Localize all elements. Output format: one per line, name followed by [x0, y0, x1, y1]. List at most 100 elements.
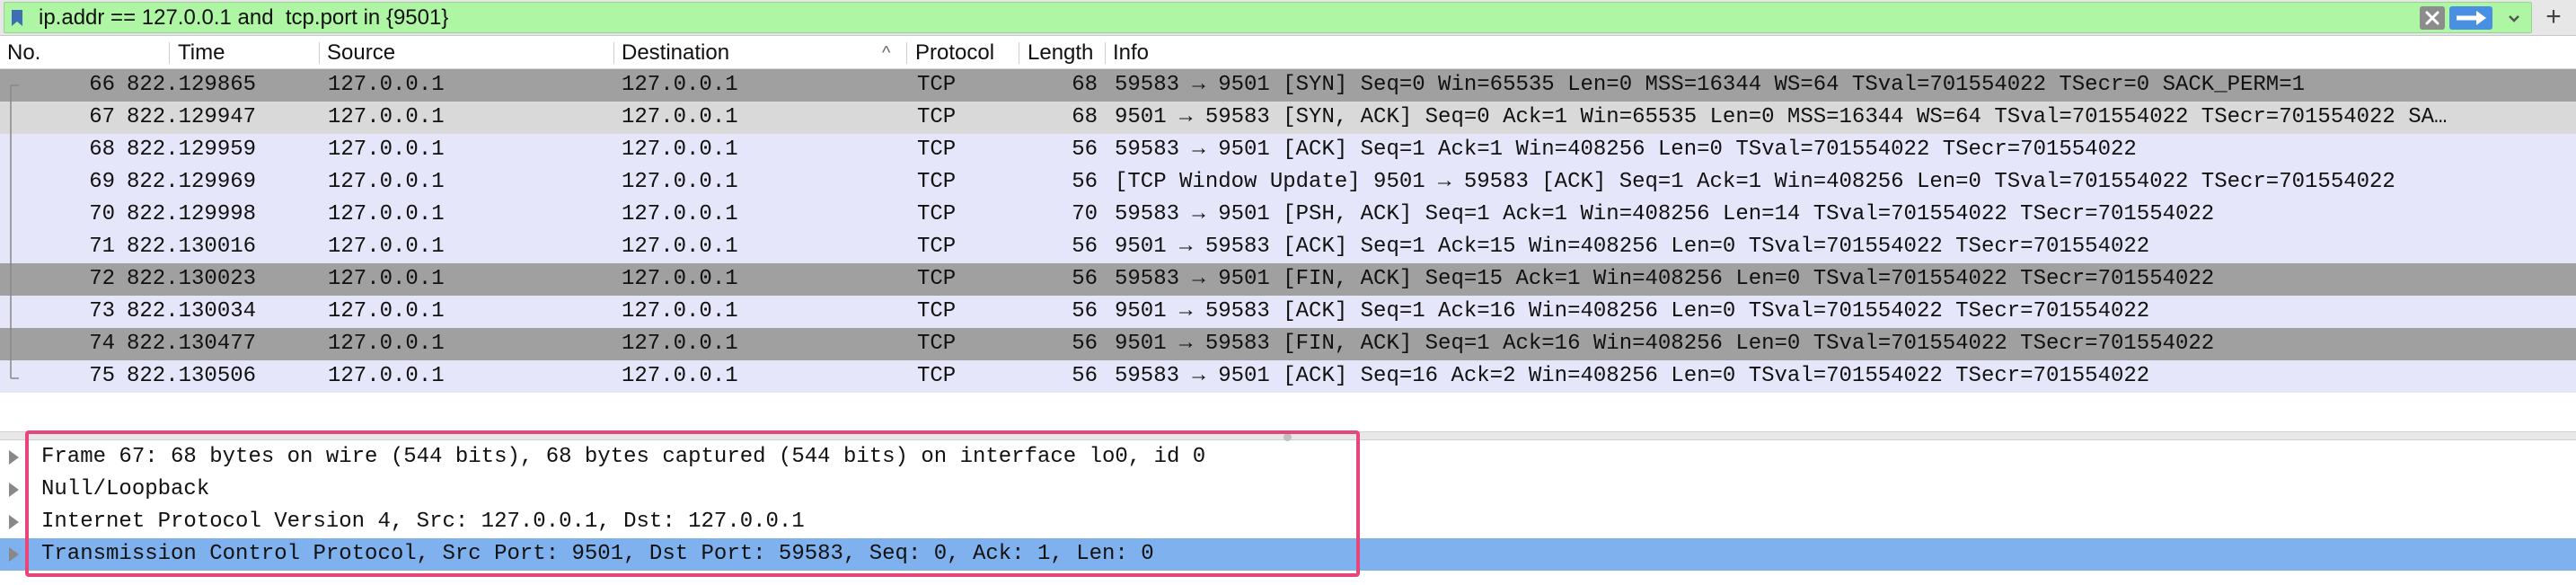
cell-protocol: TCP — [917, 73, 957, 97]
column-header-length[interactable]: Length — [1028, 37, 1101, 69]
cell-length: 56 — [1072, 137, 1098, 162]
cell-info: 9501 → 59583 [ACK] Seq=1 Ack=16 Win=4082… — [1115, 299, 2150, 324]
cell-info: 59583 → 9501 [SYN] Seq=0 Win=65535 Len=0… — [1115, 73, 2306, 97]
column-divider[interactable] — [319, 42, 320, 64]
cell-protocol: TCP — [917, 105, 957, 129]
packet-list-empty-area — [0, 396, 2576, 432]
display-filter-input[interactable]: ip.addr == 127.0.0.1 and tcp.port in {95… — [4, 2, 2532, 33]
column-header-no[interactable]: No. — [7, 37, 40, 69]
detail-tree-item[interactable]: Internet Protocol Version 4, Src: 127.0.… — [0, 506, 2576, 538]
cell-protocol: TCP — [917, 332, 957, 356]
packet-row[interactable]: 75 822.130506 127.0.0.1 127.0.0.1 TCP 56 59583… — [0, 360, 2576, 393]
cell-destination: 127.0.0.1 — [622, 202, 738, 226]
cell-source: 127.0.0.1 — [328, 170, 445, 194]
plus-icon: + — [2545, 2, 2562, 31]
column-divider[interactable] — [613, 42, 614, 64]
packet-row[interactable]: 74 822.130477 127.0.0.1 127.0.0.1 TCP 56 9501 … — [0, 328, 2576, 360]
packet-row[interactable]: 73 822.130034 127.0.0.1 127.0.0.1 TCP 56 9501 … — [0, 296, 2576, 328]
cell-source: 127.0.0.1 — [328, 73, 445, 97]
packet-row[interactable]: 67 822.129947 127.0.0.1 127.0.0.1 TCP 68 9501 … — [0, 102, 2576, 134]
expand-triangle-icon[interactable] — [9, 483, 19, 497]
cell-destination: 127.0.0.1 — [622, 332, 738, 356]
expand-triangle-icon[interactable] — [9, 515, 19, 529]
clear-filter-icon — [2425, 11, 2439, 25]
splitter-handle-icon[interactable] — [1284, 433, 1292, 441]
cell-destination: 127.0.0.1 — [622, 299, 738, 324]
cell-source: 127.0.0.1 — [328, 332, 445, 356]
cell-info: 9501 → 59583 [FIN, ACK] Seq=1 Ack=16 Win… — [1115, 332, 2215, 356]
detail-tree-item[interactable]: Frame 67: 68 bytes on wire (544 bits), 6… — [0, 441, 2576, 474]
pane-splitter[interactable] — [0, 431, 2576, 441]
cell-protocol: TCP — [917, 170, 957, 194]
cell-source: 127.0.0.1 — [328, 235, 445, 259]
cell-destination: 127.0.0.1 — [622, 73, 738, 97]
packet-row[interactable]: 68 822.129959 127.0.0.1 127.0.0.1 TCP 56 59583… — [0, 134, 2576, 166]
apply-arrow-icon — [2457, 11, 2486, 25]
filter-expression-text: ip.addr == 127.0.0.1 and tcp.port in {95… — [39, 5, 449, 30]
cell-length: 70 — [1072, 202, 1098, 226]
display-filter-toolbar: ip.addr == 127.0.0.1 and tcp.port in {95… — [0, 0, 2576, 36]
column-header-source[interactable]: Source — [327, 37, 395, 69]
expand-triangle-icon[interactable] — [9, 450, 19, 465]
cell-info: 9501 → 59583 [SYN, ACK] Seq=0 Ack=1 Win=… — [1115, 105, 2448, 129]
cell-length: 56 — [1072, 235, 1098, 259]
cell-length: 56 — [1072, 364, 1098, 388]
cell-time: 822.130477 — [127, 332, 257, 356]
cell-time: 822.130023 — [127, 267, 257, 291]
packet-row[interactable]: 70 822.129998 127.0.0.1 127.0.0.1 TCP 70 59583… — [0, 199, 2576, 231]
cell-length: 56 — [1072, 332, 1098, 356]
cell-source: 127.0.0.1 — [328, 202, 445, 226]
packet-row[interactable]: 72 822.130023 127.0.0.1 127.0.0.1 TCP 56 59583… — [0, 263, 2576, 296]
detail-tree-label: Null/Loopback — [41, 477, 210, 501]
sort-ascending-icon: ^ — [882, 43, 891, 63]
cell-length: 56 — [1072, 299, 1098, 324]
column-header-info[interactable]: Info — [1113, 37, 1149, 69]
cell-time: 822.130034 — [127, 299, 257, 324]
cell-time: 822.130016 — [127, 235, 257, 259]
column-divider[interactable] — [1105, 42, 1106, 64]
cell-time: 822.129947 — [127, 105, 257, 129]
cell-protocol: TCP — [917, 137, 957, 162]
cell-time: 822.129959 — [127, 137, 257, 162]
cell-time: 822.130506 — [127, 364, 257, 388]
chevron-down-icon — [2509, 15, 2519, 22]
packet-row[interactable]: 69 822.129969 127.0.0.1 127.0.0.1 TCP 56 [TCP … — [0, 166, 2576, 199]
clear-filter-button[interactable] — [2420, 6, 2445, 30]
cell-protocol: TCP — [917, 235, 957, 259]
cell-source: 127.0.0.1 — [328, 105, 445, 129]
column-header-destination[interactable]: Destination — [622, 37, 729, 69]
packet-row[interactable]: 66 822.129865 127.0.0.1 127.0.0.1 TCP 68 59583… — [0, 69, 2576, 102]
cell-destination: 127.0.0.1 — [622, 267, 738, 291]
packet-details-pane: Frame 67: 68 bytes on wire (544 bits), 6… — [0, 441, 2576, 585]
cell-destination: 127.0.0.1 — [622, 364, 738, 388]
cell-length: 68 — [1072, 73, 1098, 97]
cell-info: 59583 → 9501 [FIN, ACK] Seq=15 Ack=1 Win… — [1115, 267, 2215, 291]
column-header-protocol[interactable]: Protocol — [915, 37, 994, 69]
detail-tree-label: Transmission Control Protocol, Src Port:… — [41, 542, 1154, 566]
detail-tree-item[interactable]: Null/Loopback — [0, 474, 2576, 506]
cell-length: 56 — [1072, 267, 1098, 291]
filter-history-dropdown[interactable] — [2501, 6, 2527, 30]
cell-info: 59583 → 9501 [PSH, ACK] Seq=1 Ack=1 Win=… — [1115, 202, 2215, 226]
add-filter-button[interactable]: + — [2538, 2, 2569, 32]
expand-triangle-icon[interactable] — [9, 547, 19, 562]
cell-info: [TCP Window Update] 9501 → 59583 [ACK] S… — [1115, 170, 2395, 194]
cell-length: 56 — [1072, 170, 1098, 194]
bookmark-icon[interactable] — [10, 9, 24, 27]
detail-tree-label: Internet Protocol Version 4, Src: 127.0.… — [41, 510, 805, 534]
cell-time: 822.129998 — [127, 202, 257, 226]
conversation-bracket-icon — [10, 84, 19, 379]
column-divider[interactable] — [906, 42, 907, 64]
cell-source: 127.0.0.1 — [328, 137, 445, 162]
packet-row[interactable]: 71 822.130016 127.0.0.1 127.0.0.1 TCP 56 9501 … — [0, 231, 2576, 263]
cell-info: 59583 → 9501 [ACK] Seq=16 Ack=2 Win=4082… — [1115, 364, 2150, 388]
cell-time: 822.129865 — [127, 73, 257, 97]
cell-source: 127.0.0.1 — [328, 364, 445, 388]
apply-filter-button[interactable] — [2449, 6, 2492, 30]
column-divider[interactable] — [169, 42, 170, 64]
packet-list-header: No. Time Source Destination ^ Protocol L… — [0, 37, 2576, 69]
cell-destination: 127.0.0.1 — [622, 137, 738, 162]
cell-protocol: TCP — [917, 267, 957, 291]
detail-tree-item[interactable]: Transmission Control Protocol, Src Port:… — [0, 538, 2576, 571]
column-header-time[interactable]: Time — [178, 37, 225, 69]
